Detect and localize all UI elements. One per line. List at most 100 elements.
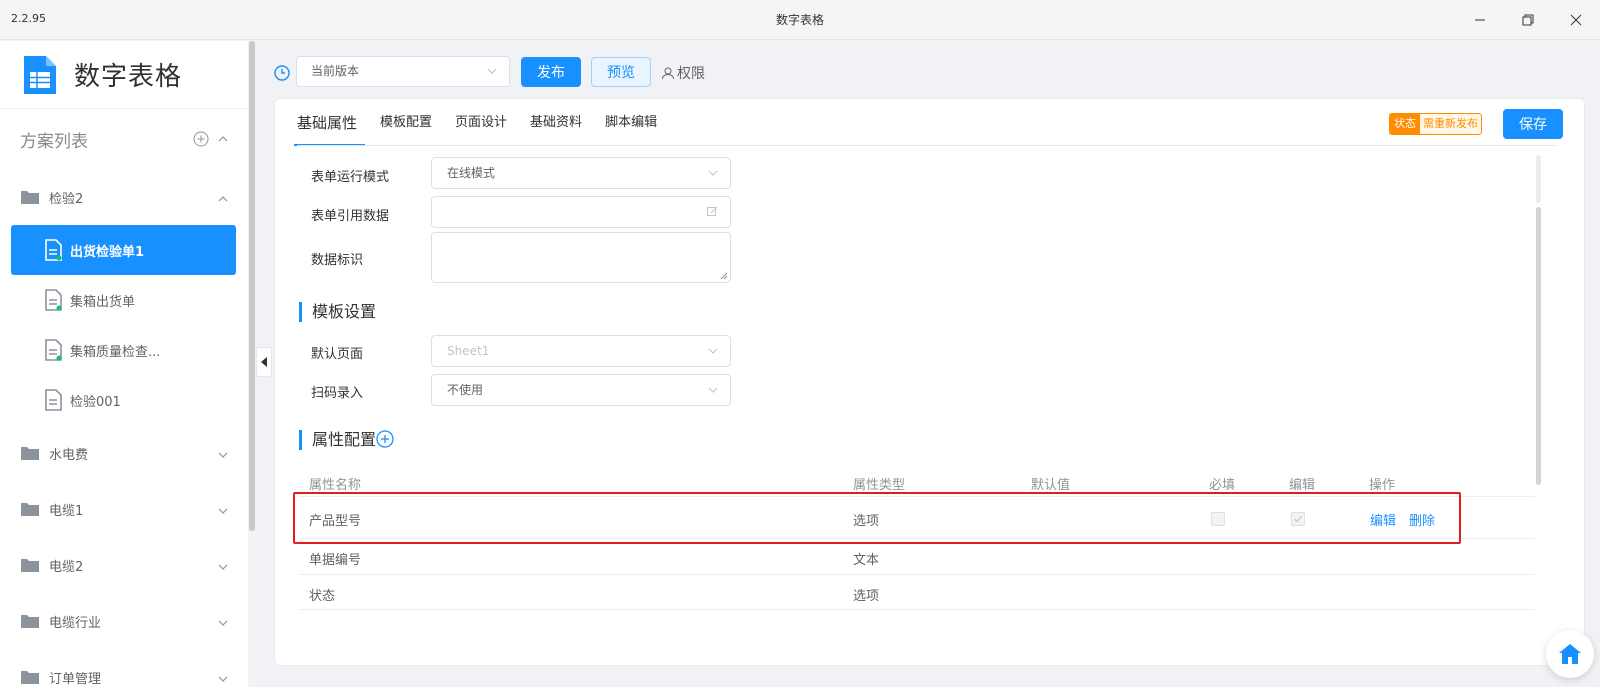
attr-section-title-text: 属性配置 (312, 430, 377, 449)
folder-label: 水电费 (49, 447, 89, 463)
app-name: 数字表格 (74, 62, 183, 92)
restore-button[interactable] (1514, 6, 1542, 34)
cell-attr-type: 文本 (853, 553, 880, 568)
folder-label: 电缆1 (49, 503, 84, 519)
version-select[interactable]: 当前版本 (296, 56, 510, 87)
save-button[interactable]: 保存 (1503, 109, 1563, 139)
permission-label: 权限 (677, 66, 705, 82)
folder-item[interactable]: 检验2 (0, 169, 256, 225)
document-icon (45, 389, 62, 411)
doc-label: 检验001 (70, 394, 121, 410)
document-icon (45, 339, 62, 361)
template-section-title: 模板设置 (299, 302, 376, 322)
run-mode-value: 在线模式 (447, 166, 496, 180)
chevron-down-icon[interactable] (218, 617, 228, 632)
run-mode-select[interactable]: 在线模式 (431, 157, 731, 189)
minimize-button[interactable] (1466, 6, 1494, 34)
document-icon (45, 239, 62, 261)
close-button[interactable] (1562, 6, 1590, 34)
folder-icon (21, 671, 39, 684)
scan-entry-value: 不使用 (447, 383, 484, 397)
tab-page-design[interactable]: 页面设计 (455, 99, 507, 145)
home-icon (1559, 644, 1581, 664)
preview-button[interactable]: 预览 (591, 57, 651, 87)
folder-label: 电缆2 (49, 559, 84, 575)
chevron-down-icon[interactable] (218, 505, 228, 520)
default-page-label: 默认页面 (311, 347, 364, 362)
run-mode-label: 表单运行模式 (311, 170, 390, 185)
ref-data-label: 表单引用数据 (311, 209, 390, 224)
folder-item[interactable]: 订单管理 (0, 649, 256, 687)
doc-label: 出货检验单1 (70, 244, 145, 260)
tab-base-data[interactable]: 基础资料 (530, 99, 582, 145)
col-default: 默认值 (1031, 478, 1071, 493)
sidebar: 数字表格 方案列表 检验2 出货检验单1 集箱出货单 集箱质量检查... 检验0… (0, 41, 256, 687)
folder-item[interactable]: 水电费 (0, 425, 256, 481)
history-clock-icon[interactable] (274, 65, 290, 81)
chevron-down-icon (708, 348, 718, 354)
default-page-select[interactable]: Sheet1 (431, 335, 731, 367)
chevron-up-icon[interactable] (218, 193, 228, 208)
doc-label: 集箱出货单 (70, 294, 136, 310)
minimize-icon (1475, 19, 1485, 21)
home-button[interactable] (1546, 630, 1594, 678)
folder-item[interactable]: 电缆行业 (0, 593, 256, 649)
status-badge: 状态 需重新发布 (1389, 113, 1482, 135)
cell-attr-type: 选项 (853, 589, 880, 604)
add-plan-icon[interactable] (193, 131, 209, 151)
user-icon (662, 67, 674, 80)
folder-icon (21, 447, 39, 460)
tab-basic-properties[interactable]: 基础属性 (293, 99, 366, 146)
data-id-label: 数据标识 (311, 253, 364, 268)
document-icon (45, 289, 62, 311)
app-version: 2.2.95 (11, 12, 46, 25)
col-actions: 操作 (1369, 478, 1396, 493)
chevron-down-icon[interactable] (218, 561, 228, 576)
sidebar-scrollbar[interactable] (249, 41, 255, 531)
window-title: 数字表格 (775, 13, 824, 27)
data-id-textarea[interactable] (431, 232, 731, 283)
version-select-value: 当前版本 (311, 64, 360, 78)
folder-item[interactable]: 电缆1 (0, 481, 256, 537)
chevron-down-icon (487, 68, 497, 74)
publish-button[interactable]: 发布 (521, 57, 581, 87)
folder-icon (21, 503, 39, 516)
cell-attr-name: 状态 (309, 589, 336, 604)
ref-data-input[interactable] (431, 196, 731, 228)
app-logo-area: 数字表格 (0, 41, 256, 109)
doc-item[interactable]: 出货检验单1 (11, 225, 236, 275)
col-attr-type: 属性类型 (853, 478, 906, 493)
folder-label: 订单管理 (49, 671, 102, 687)
tab-bar: 基础属性 模板配置 页面设计 基础资料 脚本编辑 (293, 99, 680, 146)
col-attr-name: 属性名称 (309, 478, 362, 493)
collapse-sidebar-button[interactable] (256, 347, 272, 377)
caret-left-icon (261, 357, 267, 367)
folder-icon (21, 559, 39, 572)
close-icon (1570, 14, 1582, 26)
folder-label: 电缆行业 (49, 615, 102, 631)
tab-template-config[interactable]: 模板配置 (380, 99, 432, 145)
chevron-up-icon[interactable] (218, 133, 228, 148)
chevron-down-icon[interactable] (218, 449, 228, 464)
spreadsheet-logo-icon (20, 54, 58, 96)
col-editable: 编辑 (1289, 478, 1316, 493)
content-scroll-track[interactable] (1536, 155, 1541, 203)
plan-list-header: 方案列表 (0, 109, 256, 169)
doc-item[interactable]: 集箱质量检查... (0, 325, 256, 375)
scan-entry-select[interactable]: 不使用 (431, 374, 731, 406)
chevron-down-icon (708, 387, 718, 393)
scan-entry-label: 扫码录入 (311, 386, 364, 401)
cell-attr-name: 单据编号 (309, 553, 362, 568)
title-bar: 2.2.95 数字表格 (0, 0, 1600, 40)
folder-label: 检验2 (49, 191, 84, 207)
chevron-down-icon[interactable] (218, 673, 228, 687)
permission-link[interactable]: 权限 (661, 63, 705, 83)
tab-script-edit[interactable]: 脚本编辑 (605, 99, 657, 145)
doc-item[interactable]: 集箱出货单 (0, 275, 256, 325)
tab-divider (297, 145, 1557, 146)
doc-item[interactable]: 检验001 (0, 375, 256, 425)
add-attribute-icon[interactable] (376, 430, 394, 448)
folder-item[interactable]: 电缆2 (0, 537, 256, 593)
content-scrollbar[interactable] (1536, 207, 1541, 485)
edit-icon (707, 206, 718, 216)
